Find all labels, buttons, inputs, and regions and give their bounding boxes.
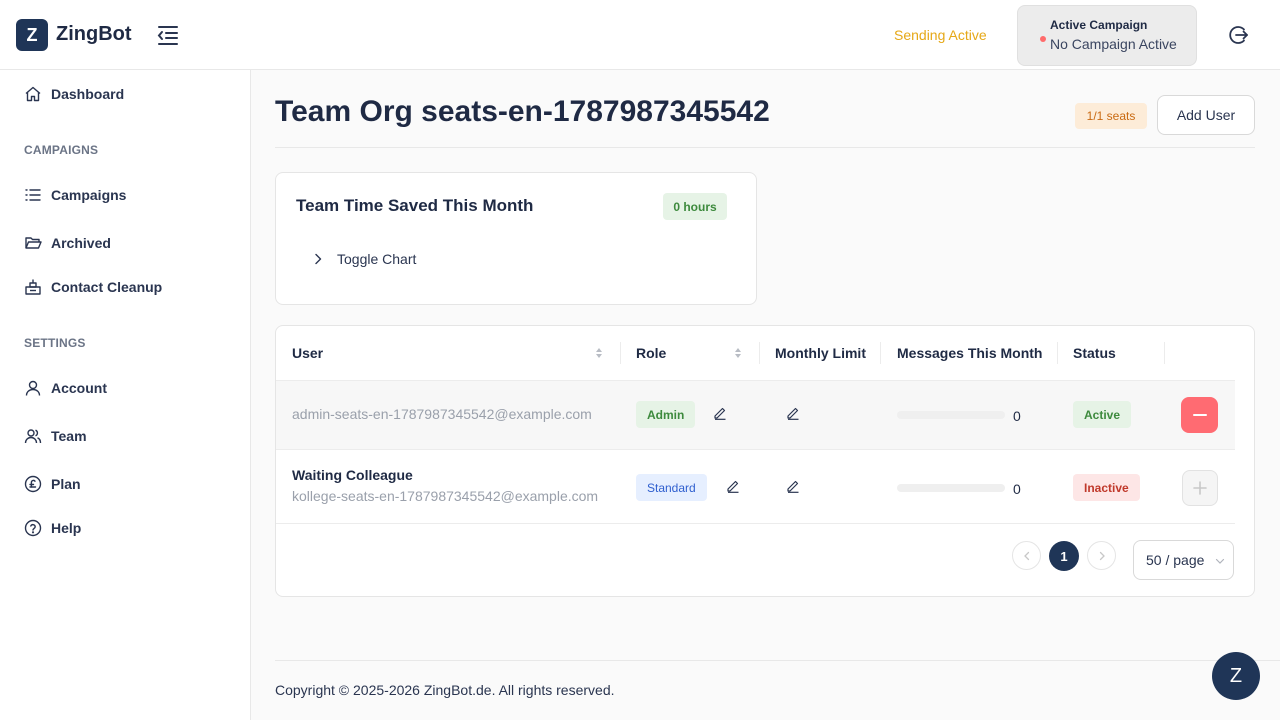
user-email: kollege-seats-en-1787987345542@example.c… xyxy=(292,488,599,504)
sending-status: Sending Active xyxy=(894,27,987,43)
section-label-settings: SETTINGS xyxy=(24,336,86,350)
sidebar-item-plan[interactable]: Plan xyxy=(24,472,81,496)
page-title: Team Org seats-en-1787987345542 xyxy=(275,95,770,128)
pagination-next-button[interactable] xyxy=(1087,541,1116,570)
user-icon xyxy=(25,380,41,396)
team-time-saved-card: Team Time Saved This Month 0 hours Toggl… xyxy=(275,172,757,305)
pagination-page-1[interactable]: 1 xyxy=(1049,541,1079,571)
active-campaign-title: Active Campaign xyxy=(1050,18,1148,32)
column-separator xyxy=(1057,342,1058,364)
sidebar-item-help[interactable]: Help xyxy=(24,516,81,540)
message-count: 0 xyxy=(1013,408,1021,424)
sidebar-item-label: Account xyxy=(51,380,107,396)
section-label-campaigns: CAMPAIGNS xyxy=(24,143,99,157)
sidebar-item-archived[interactable]: Archived xyxy=(24,231,111,255)
pagination-prev-button[interactable] xyxy=(1012,541,1041,570)
toggle-chart-button[interactable]: Toggle Chart xyxy=(312,251,416,267)
column-separator xyxy=(880,342,881,364)
active-campaign-value: No Campaign Active xyxy=(1050,36,1177,52)
toggle-chart-label: Toggle Chart xyxy=(337,251,417,267)
home-icon xyxy=(25,86,41,102)
user-name: Waiting Colleague xyxy=(292,467,413,483)
edit-limit-icon[interactable] xyxy=(786,406,800,420)
minus-icon xyxy=(1192,414,1207,416)
campaign-status-dot xyxy=(1040,36,1046,42)
activate-user-button[interactable] xyxy=(1182,470,1218,506)
title-divider xyxy=(275,147,1255,148)
chevron-down-icon xyxy=(1215,558,1225,564)
copyright-text: Copyright © 2025-2026 ZingBot.de. All ri… xyxy=(275,682,615,698)
footer-divider xyxy=(275,660,1280,661)
chat-widget-button[interactable]: Z xyxy=(1212,652,1260,700)
sort-icon[interactable] xyxy=(594,346,604,360)
hours-badge: 0 hours xyxy=(663,193,727,220)
message-usage-bar xyxy=(897,411,1005,419)
user-email: admin-seats-en-1787987345542@example.com xyxy=(292,406,592,422)
pound-coin-icon xyxy=(24,475,42,493)
remove-user-button[interactable] xyxy=(1181,397,1218,433)
sidebar-item-label: Contact Cleanup xyxy=(51,279,163,295)
sidebar-item-label: Campaigns xyxy=(51,187,127,203)
column-header-messages: Messages This Month xyxy=(897,345,1043,361)
column-separator xyxy=(759,342,760,364)
sidebar-item-team[interactable]: Team xyxy=(24,424,87,448)
edit-limit-icon[interactable] xyxy=(786,479,800,493)
sidebar-collapse-icon[interactable] xyxy=(156,24,180,46)
message-usage-bar xyxy=(897,484,1005,492)
chevron-right-icon xyxy=(315,253,322,265)
logout-icon[interactable] xyxy=(1226,23,1250,47)
help-icon xyxy=(24,519,42,537)
message-count: 0 xyxy=(1013,481,1021,497)
sidebar-item-dashboard[interactable]: Dashboard xyxy=(24,82,124,106)
folder-open-icon xyxy=(25,237,42,249)
column-separator xyxy=(1164,342,1165,364)
sort-icon[interactable] xyxy=(733,346,743,360)
sidebar-item-label: Plan xyxy=(51,476,81,492)
chevron-left-icon xyxy=(1023,551,1029,560)
top-header: Z ZingBot Sending Active Active Campaign… xyxy=(0,0,1280,70)
list-icon xyxy=(25,189,41,201)
team-icon xyxy=(24,429,42,444)
sidebar-item-label: Help xyxy=(51,520,82,536)
status-badge: Active xyxy=(1073,401,1132,428)
sidebar-item-campaigns[interactable]: Campaigns xyxy=(24,183,126,207)
edit-role-icon[interactable] xyxy=(726,479,740,493)
column-separator xyxy=(620,342,621,364)
role-badge-standard: Standard xyxy=(636,474,707,501)
table-row: Waiting Colleague kollege-seats-en-17879… xyxy=(276,449,1235,524)
chevron-right-icon xyxy=(1099,551,1105,560)
sidebar: Dashboard CAMPAIGNS Campaigns Archived C… xyxy=(0,70,251,720)
users-table: User Role Monthly Limit Messages This Mo… xyxy=(275,325,1255,597)
column-header-role[interactable]: Role xyxy=(636,345,666,361)
page-size-select[interactable]: 50 / page xyxy=(1133,540,1234,580)
page-size-label: 50 / page xyxy=(1146,552,1205,568)
plus-icon xyxy=(1193,481,1207,495)
time-saved-title: Team Time Saved This Month xyxy=(296,196,534,215)
sidebar-item-label: Dashboard xyxy=(51,86,125,102)
seats-badge: 1/1 seats xyxy=(1075,103,1147,129)
cleanup-icon xyxy=(25,279,41,295)
table-row: admin-seats-en-1787987345542@example.com… xyxy=(276,380,1235,449)
column-header-user[interactable]: User xyxy=(292,345,323,361)
role-badge-admin: Admin xyxy=(636,401,696,428)
sidebar-item-label: Team xyxy=(51,428,87,444)
column-header-status: Status xyxy=(1073,345,1116,361)
app-name[interactable]: ZingBot xyxy=(56,23,132,46)
status-badge: Inactive xyxy=(1073,474,1140,501)
app-logo[interactable]: Z xyxy=(16,19,48,51)
sidebar-item-contact-cleanup[interactable]: Contact Cleanup xyxy=(24,275,162,299)
add-user-button[interactable]: Add User xyxy=(1157,95,1255,135)
sidebar-item-label: Archived xyxy=(51,235,111,251)
edit-role-icon[interactable] xyxy=(713,406,727,420)
active-campaign-box[interactable]: Active Campaign No Campaign Active xyxy=(1017,5,1197,66)
sidebar-item-account[interactable]: Account xyxy=(24,376,107,400)
column-header-monthly-limit: Monthly Limit xyxy=(775,345,866,361)
